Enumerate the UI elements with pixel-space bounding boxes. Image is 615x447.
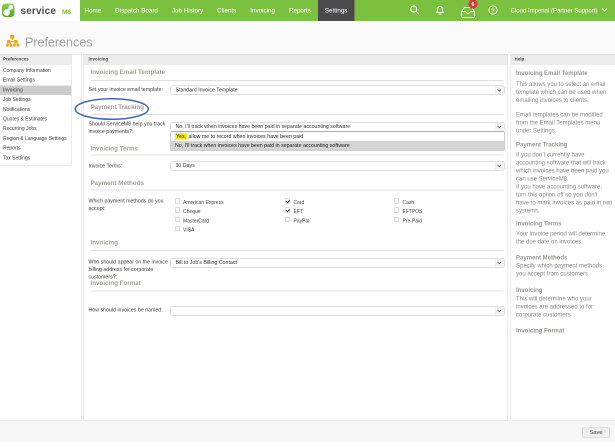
svg-text:M8: M8 — [62, 9, 71, 16]
svg-text:6: 6 — [471, 2, 474, 8]
svg-text:?: ? — [491, 8, 495, 14]
svg-text:service: service — [21, 6, 57, 17]
